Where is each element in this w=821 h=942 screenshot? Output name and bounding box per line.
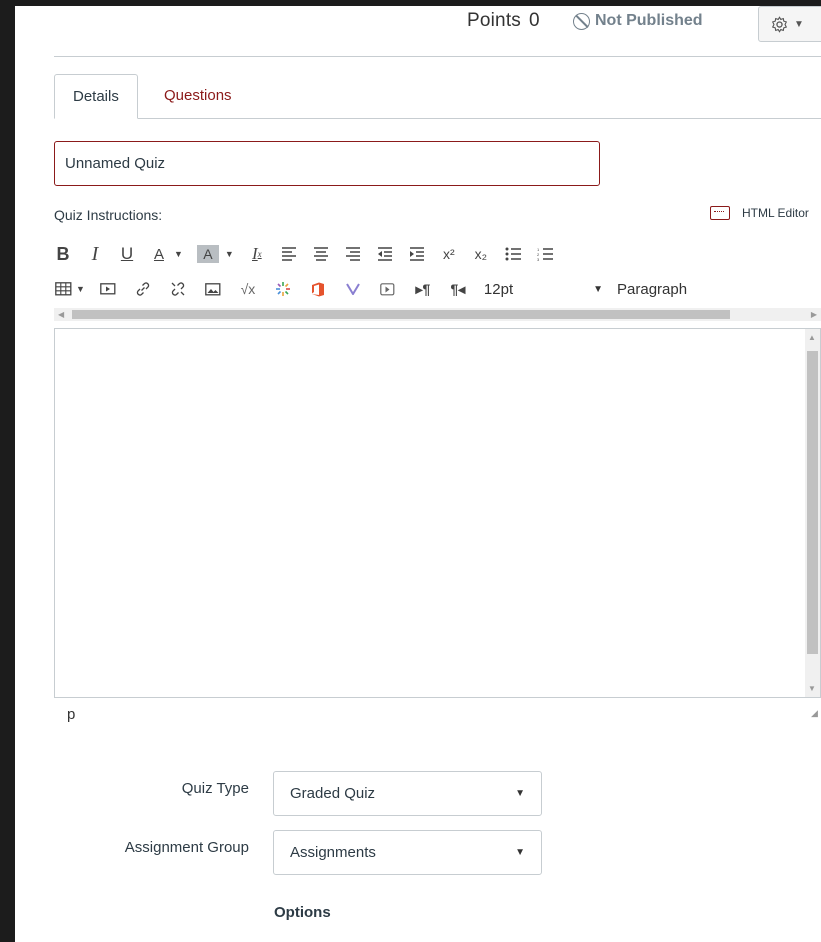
italic-button[interactable]: I [86, 242, 104, 266]
points-value: 0 [529, 10, 540, 31]
quiz-tabs: Details Questions [54, 74, 821, 119]
editor-toolbar-row-1: B I U A ▼ A ▼ Ix x² x₂ 123 [54, 239, 568, 269]
equation-button[interactable]: √x [239, 277, 257, 301]
not-published-icon [573, 12, 590, 30]
resize-grip-icon[interactable]: ◢ [811, 708, 818, 719]
clear-formatting-button[interactable]: Ix [248, 242, 266, 266]
block-format-select[interactable]: Paragraph [617, 281, 687, 298]
link-icon[interactable] [134, 277, 152, 301]
window-left-edge [0, 0, 15, 942]
subscript-button[interactable]: x₂ [472, 242, 490, 266]
ltr-icon[interactable]: ▸¶ [414, 277, 432, 301]
chevron-down-icon: ▼ [794, 18, 804, 30]
editor-element-path: p [67, 706, 76, 723]
background-color-dropdown-icon[interactable]: ▼ [225, 249, 234, 259]
settings-menu-button[interactable]: ▼ [758, 6, 821, 42]
scroll-up-arrow-icon[interactable]: ▲ [808, 333, 816, 342]
keyboard-icon [710, 206, 730, 220]
quiz-type-label: Quiz Type [181, 780, 249, 797]
assignment-group-value: Assignments [290, 844, 376, 861]
table-dropdown-icon[interactable]: ▼ [76, 284, 85, 294]
outdent-icon[interactable] [376, 242, 394, 266]
quiz-instructions-label: Quiz Instructions: [54, 207, 163, 223]
underline-button[interactable]: U [118, 242, 136, 266]
apps-icon[interactable] [274, 277, 292, 301]
publish-status[interactable]: Not Published [573, 12, 703, 30]
gear-icon [771, 15, 788, 33]
scroll-left-arrow-icon[interactable]: ◀ [58, 308, 64, 321]
html-editor-toggle[interactable]: HTML Editor [710, 206, 809, 220]
align-center-icon[interactable] [312, 242, 330, 266]
superscript-button[interactable]: x² [440, 242, 458, 266]
numbered-list-icon[interactable]: 123 [536, 242, 554, 266]
svg-text:3: 3 [537, 257, 540, 261]
publish-status-label: Not Published [595, 12, 703, 29]
assignment-group-select[interactable]: Assignments ▼ [273, 830, 542, 875]
tab-details[interactable]: Details [54, 74, 138, 119]
media-icon[interactable] [99, 277, 117, 301]
editor-scrollbar-thumb[interactable] [807, 351, 818, 654]
quiz-type-select[interactable]: Graded Quiz ▼ [273, 771, 542, 816]
indent-icon[interactable] [408, 242, 426, 266]
rich-text-editor[interactable]: ▲ ▼ [54, 328, 821, 698]
quiz-header: Points 0 Not Published ▼ [15, 6, 821, 56]
font-size-select[interactable]: 12pt [484, 281, 513, 298]
image-icon[interactable] [204, 277, 222, 301]
rtl-icon[interactable]: ¶◂ [449, 277, 467, 301]
tab-questions[interactable]: Questions [146, 74, 250, 118]
assignment-group-label: Assignment Group [124, 839, 249, 856]
points-display: Points 0 [467, 10, 540, 32]
vimeo-icon[interactable] [344, 277, 362, 301]
text-color-dropdown-icon[interactable]: ▼ [174, 249, 183, 259]
html-editor-label: HTML Editor [742, 206, 809, 220]
office-icon[interactable] [309, 277, 327, 301]
chevron-down-icon: ▼ [515, 847, 525, 858]
align-right-icon[interactable] [344, 242, 362, 266]
video-icon[interactable] [379, 277, 397, 301]
scroll-down-arrow-icon[interactable]: ▼ [808, 684, 816, 693]
align-left-icon[interactable] [280, 242, 298, 266]
quiz-edit-page: Points 0 Not Published ▼ Details Question… [15, 6, 821, 942]
bold-button[interactable]: B [54, 242, 72, 266]
unlink-icon[interactable] [169, 277, 187, 301]
table-icon[interactable] [54, 277, 72, 301]
background-color-button[interactable]: A [196, 245, 219, 263]
points-label: Points [467, 10, 522, 31]
bullet-list-icon[interactable] [504, 242, 522, 266]
editor-vertical-scrollbar[interactable]: ▲ ▼ [805, 329, 820, 697]
quiz-type-value: Graded Quiz [290, 785, 376, 802]
chevron-down-icon: ▼ [515, 788, 525, 799]
editor-toolbar-row-2: ▼ √x ▸¶ ¶◂ 12pt ▼ Paragraph [54, 274, 687, 304]
text-color-button[interactable]: A [150, 242, 168, 266]
scroll-right-arrow-icon[interactable]: ▶ [811, 308, 817, 321]
toolbar-horizontal-scrollbar[interactable]: ◀ ▶ [54, 308, 821, 321]
format-dropdown-icon[interactable]: ▼ [593, 284, 603, 295]
scrollbar-thumb[interactable] [72, 310, 730, 319]
quiz-title-input[interactable] [54, 141, 600, 186]
options-heading: Options [274, 904, 331, 921]
header-divider [54, 56, 821, 57]
